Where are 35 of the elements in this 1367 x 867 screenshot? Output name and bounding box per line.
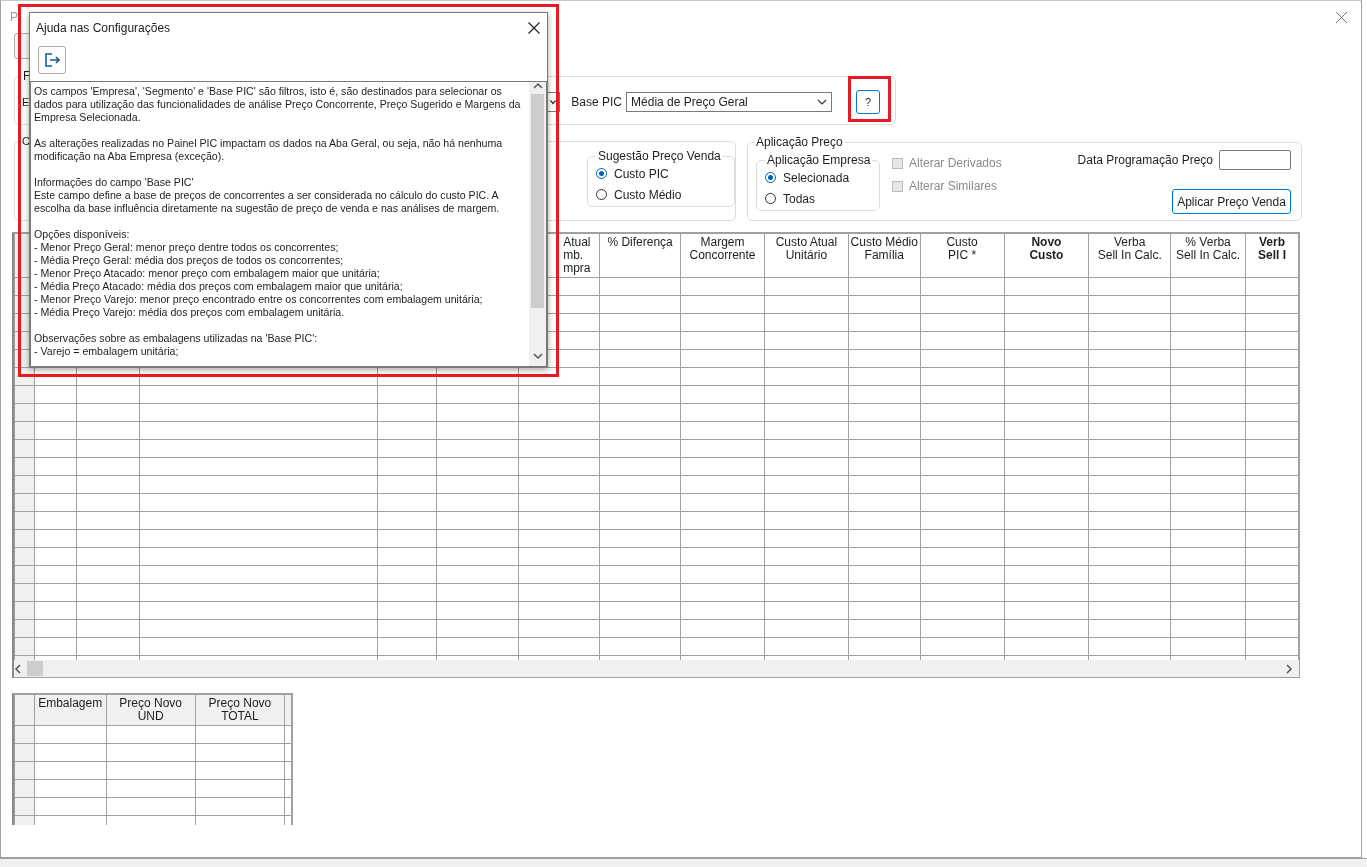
help-paragraph: Informações do campo 'Base PIC' Este campo define a base de preços de concorrentes a ser considerada no cálculo do custo PIC. A escolha da base influência diretamente na sugestão de preço de venda e nas análises de margem.	[34, 176, 501, 215]
field-label: Data Programação Preço	[1077, 153, 1213, 167]
column-header: % Verba Sell In Calc.	[1170, 233, 1246, 278]
column-header: % Diferença	[599, 233, 681, 278]
column-header: Novo Custo	[1004, 233, 1089, 278]
field-label: Base PIC	[571, 95, 623, 109]
column-header: Preço Novo UND	[106, 694, 196, 726]
checkbox-label: Alterar Similares	[909, 179, 998, 193]
help-button[interactable]: ?	[856, 90, 881, 114]
column-header: Custo PIC *	[920, 233, 1004, 278]
field-label: E	[22, 96, 30, 108]
group-label: C	[21, 135, 31, 147]
group-label: Sugestão Preço Venda	[597, 149, 722, 163]
base-pic-dropdown[interactable]: Média de Preço Geral	[626, 92, 833, 112]
group-label: Aplicação Empresa	[766, 153, 872, 167]
radio-label: Selecionada	[783, 170, 850, 185]
help-paragraph: Observações sobre as embalagens utilizadas na 'Base PIC': - Varejo = embalagem unitária;	[34, 332, 319, 358]
column-header: Margem Concorrente	[680, 233, 765, 278]
help-paragraph: Opções disponíveis: - Menor Preço Geral: menor preço dentre todos os concorrentes; - Média Preço Geral: média dos preços de todos os concorrentes; - Menor Preço Atacado: menor preço com embalagem maior que unitária; - Média Preço Atacado: média dos preços com embalagem maior que unitária; - Menor Preço Varejo: menor preço encontrado entre os concorrentes com embalagem unitária; - Média Preço Varejo: média dos preços com embalagem unitária.	[34, 228, 484, 319]
dialog-title: Ajuda nas Configurações	[36, 21, 171, 35]
radio-label: Custo PIC	[614, 166, 669, 181]
column-header: Custo Médio Família	[848, 233, 921, 278]
column-header: Custo Atual Unitário	[764, 233, 849, 278]
column-header: Verba Sell In Calc.	[1088, 233, 1171, 278]
help-paragraph: As alterações realizadas no Painel PIC impactam os dados na Aba Geral, ou seja, não há nenhuma modificação na Aba Empresa (exceção).	[34, 137, 504, 163]
group-label: Aplicação Preço	[755, 135, 844, 149]
window-title: P	[10, 10, 18, 24]
help-paragraph: Os campos 'Empresa', 'Segmento' e 'Base PIC' são filtros, isto é, são destinados para selecionar os dados para utilização das funcionalidades de análise Preço Concorrente, Preço Sugerido e Margens da Empresa Selecionada.	[34, 85, 522, 124]
radio-label: Custo Médio	[614, 187, 682, 202]
column-header: Embalagem	[34, 694, 107, 726]
apply-price-button[interactable]: Aplicar Preço Venda	[1172, 189, 1291, 214]
radio-label: Todas	[783, 191, 816, 206]
column-header: Preço Novo TOTAL	[195, 694, 285, 726]
checkbox-label: Alterar Derivados	[909, 156, 1002, 170]
column-header: Verb Sell I	[1245, 233, 1299, 278]
